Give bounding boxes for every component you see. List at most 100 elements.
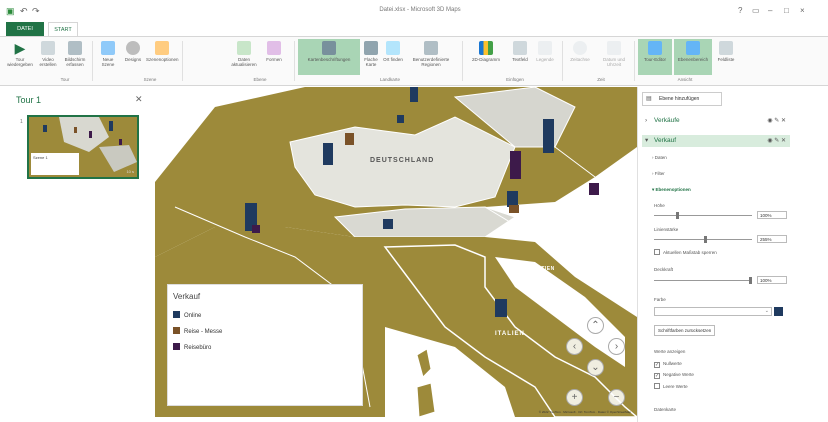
layer-tools: ◉ ✎ ✕ [767,135,786,147]
play-icon: ▶ [14,40,26,56]
redo-icon[interactable]: ↷ [32,6,40,17]
maximize-button[interactable]: □ [784,6,789,15]
play-tour-button[interactable]: ▶ Tour wiedergeben [6,39,34,75]
null-values-checkbox[interactable]: ✓ Nullwerte [654,361,682,368]
legend-item-messe: Reise - Messe [173,327,222,335]
legend-box[interactable]: Verkauf Online Reise - Messe Reisebüro [167,284,363,406]
scene-label: Szene 1 [33,155,48,160]
group-view: Ansicht [677,77,693,82]
zoom-out-button[interactable]: − [608,389,625,406]
chevron-left-icon: ‹ [572,341,577,352]
shapes-icon [267,41,281,55]
slider-knob[interactable] [704,236,707,243]
layer-pane-button[interactable]: Ebenenbereich [674,39,712,75]
legend-title: Verkauf [173,292,201,301]
thickness-slider[interactable] [654,236,752,243]
close-icon[interactable]: ✕ [135,94,143,105]
group-tour: Tour [60,77,70,82]
datetime-button[interactable]: Datum und Uhrzeit [596,39,632,75]
delete-icon[interactable]: ✕ [781,138,786,144]
chevron-up-icon: ⌃ [591,320,600,331]
legend-icon [538,41,552,55]
legend-button[interactable]: Legende [534,39,556,75]
section-daten[interactable]: › Daten [652,155,667,160]
section-layer-options[interactable]: ▾ Ebenenoptionen [652,187,691,193]
legend-item-online: Online [173,311,201,319]
timeline-button[interactable]: Zeitachse [566,39,594,75]
rotate-right-button[interactable]: › [608,338,625,355]
textbox-button[interactable]: Textfeld [508,39,532,75]
close-button[interactable]: × [800,6,805,15]
layer-pane: Ebene hinzufügen ▤ › Verkäufe ◉ ✎ ✕ ▾ Ve… [637,87,792,422]
layer-item-verkaeufe[interactable]: › Verkäufe ◉ ✎ ✕ [642,115,790,127]
zoom-in-button[interactable]: + [566,389,583,406]
scene-duration: 10 s [126,169,134,174]
opacity-slider[interactable] [654,277,752,284]
minimize-button[interactable]: – [768,6,772,15]
designs-icon [126,41,140,55]
layer-tools: ◉ ✎ ✕ [767,115,786,127]
reset-colors-button[interactable]: Schriftfarben zurücksetzen [654,325,716,336]
thickness-value[interactable]: 255% [757,235,787,243]
height-slider[interactable] [654,212,752,219]
edit-icon[interactable]: ✎ [774,138,779,144]
color-select[interactable]: ⌄ [654,307,772,316]
timeline-icon [573,41,587,55]
eye-icon[interactable]: ◉ [767,138,772,144]
slider-knob[interactable] [749,277,752,284]
scene-thumbnail[interactable]: Szene 1 10 s [27,115,139,179]
eye-icon[interactable]: ◉ [767,118,772,124]
custom-regions-icon [424,41,438,55]
tilt-up-button[interactable]: ⌃ [587,317,604,334]
ribbon-display-icon[interactable]: ▭ [752,6,760,15]
thickness-label: Linienstärke [654,227,679,232]
edit-icon[interactable]: ✎ [774,118,779,124]
refresh-icon [237,41,251,55]
flat-map-icon [364,41,378,55]
new-scene-button[interactable]: Neue Szene [96,39,120,75]
layer-pane-icon [686,41,700,55]
video-icon [41,41,55,55]
field-list-button[interactable]: Feldliste [714,39,738,75]
legend-swatch [173,327,180,334]
legend-swatch [173,343,180,350]
height-value[interactable]: 100% [757,211,787,219]
section-filter[interactable]: › Filter [652,171,665,176]
minus-icon: − [613,392,620,403]
group-scene: Szene [143,77,157,82]
map-labels-button[interactable]: Kartenbeschriftungen [298,39,360,75]
scene-options-button[interactable]: Szenenoptionen [146,39,179,75]
custom-regions-button[interactable]: Benutzerdefinierte Regionen [406,39,456,75]
designs-button[interactable]: Designs [122,39,144,75]
shapes-button[interactable]: Formen [262,39,286,75]
map-canvas[interactable]: DEUTSCHLAND KROATIEN ITALIEN Verkauf Onl… [155,87,637,417]
plus-icon: + [571,392,578,403]
find-location-button[interactable]: Ort finden [382,39,404,75]
slider-knob[interactable] [676,212,679,219]
undo-icon[interactable]: ↶ [20,6,28,17]
flat-map-button[interactable]: Flache Karte [362,39,380,75]
rotate-left-button[interactable]: ‹ [566,338,583,355]
group-map: Landkarte [379,77,400,82]
tab-datei[interactable]: DATEI [6,22,44,36]
lock-scale-checkbox[interactable]: Aktuellen Maßstab sperren [654,249,717,255]
help-icon[interactable]: ? [738,6,742,15]
color-label: Farbe [654,297,666,302]
capture-screen-button[interactable]: Bildschirm erfassen [62,39,88,75]
tilt-down-button[interactable]: ⌄ [587,359,604,376]
layer-item-verkauf[interactable]: ▾ Verkauf ◉ ✎ ✕ [642,135,790,147]
create-video-button[interactable]: Video erstellen [36,39,60,75]
window-title: Datei.xlsx - Microsoft 3D Maps [379,7,461,13]
opacity-value[interactable]: 100% [757,276,787,284]
empty-values-checkbox[interactable]: Leere Werte [654,383,688,389]
add-layer-button[interactable]: Ebene hinzufügen [642,92,722,106]
2d-chart-button[interactable]: 2D-Diagramm [466,39,506,75]
layer-pane-scrollbar[interactable] [793,87,799,422]
negative-values-checkbox[interactable]: ✓ Negative Werte [654,372,694,379]
tour-editor-button[interactable]: Tour-Editor [638,39,672,75]
scene-number: 1 [20,119,23,125]
color-swatch[interactable] [774,307,783,316]
tab-start[interactable]: START [48,22,78,36]
refresh-data-button[interactable]: Daten aktualisieren [230,39,258,75]
delete-icon[interactable]: ✕ [781,118,786,124]
